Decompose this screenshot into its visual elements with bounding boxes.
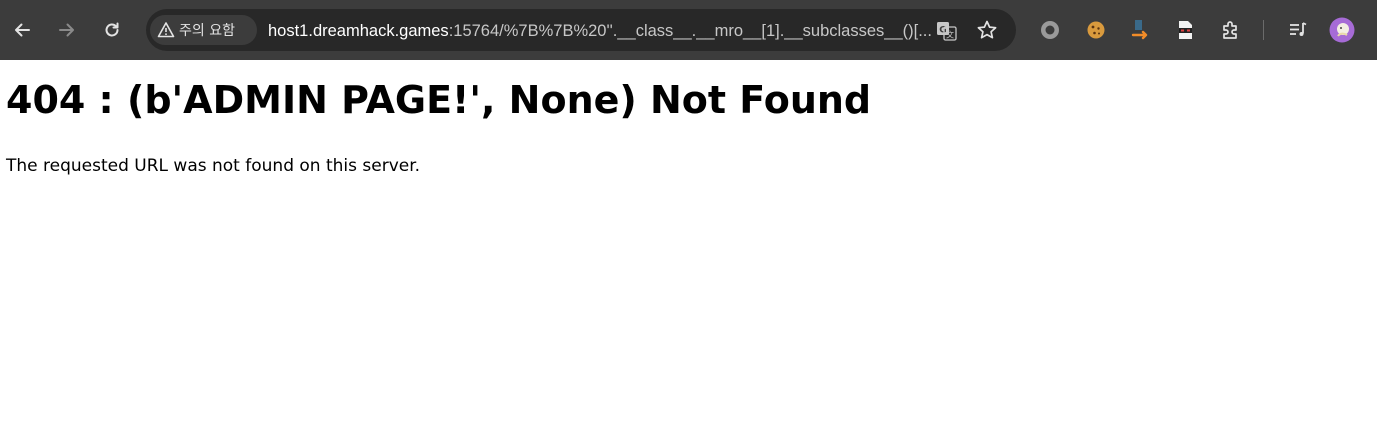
ninja-extension-button[interactable] xyxy=(1173,18,1197,42)
url-text[interactable]: host1.dreamhack.games:15764/%7B%7B%20''.… xyxy=(268,19,933,43)
forward-arrow-icon xyxy=(59,23,74,37)
translate-icon: G 文 xyxy=(937,22,957,41)
extension-circle-icon xyxy=(1041,21,1059,39)
extensions-menu-button[interactable] xyxy=(1218,17,1244,43)
back-button[interactable] xyxy=(6,14,38,46)
media-controls-button[interactable] xyxy=(1285,17,1311,43)
error-message: The requested URL was not found on this … xyxy=(6,156,421,176)
translate-button[interactable]: G 文 xyxy=(935,19,959,43)
puzzle-extensions-icon xyxy=(1223,21,1237,39)
cookie-extension-button[interactable] xyxy=(1084,18,1108,42)
browser-toolbar: 주의 요함 host1.dreamhack.games:15764/%7B%7B… xyxy=(0,0,1377,60)
warning-triangle-icon xyxy=(157,22,175,38)
error-heading: 404 : (b'ADMIN PAGE!', None) Not Found xyxy=(6,78,872,122)
download-extension-button[interactable] xyxy=(1128,17,1154,43)
svg-text:文: 文 xyxy=(946,30,954,40)
profile-button[interactable] xyxy=(1328,16,1356,44)
ninja-extension-icon xyxy=(1179,21,1192,39)
bookmark-star-icon xyxy=(977,20,997,39)
url-host: host1.dreamhack.games xyxy=(268,22,449,40)
extension-circle-button[interactable] xyxy=(1038,18,1062,42)
reload-icon xyxy=(105,22,119,37)
security-chip[interactable]: 주의 요함 xyxy=(150,15,257,45)
media-controls-icon xyxy=(1290,22,1307,36)
back-arrow-icon xyxy=(15,23,30,37)
security-chip-label: 주의 요함 xyxy=(179,23,235,39)
download-arrow-extension-icon xyxy=(1131,20,1148,40)
toolbar-divider xyxy=(1263,20,1264,40)
reload-button[interactable] xyxy=(96,14,128,46)
bookmark-button[interactable] xyxy=(975,18,999,42)
profile-avatar-icon xyxy=(1329,17,1355,43)
cookie-extension-icon xyxy=(1087,21,1105,39)
page-content: 404 : (b'ADMIN PAGE!', None) Not Found T… xyxy=(0,60,1377,432)
forward-button[interactable] xyxy=(51,14,83,46)
url-path: :15764/%7B%7B%20''.__class__.__mro__[1].… xyxy=(448,22,932,40)
